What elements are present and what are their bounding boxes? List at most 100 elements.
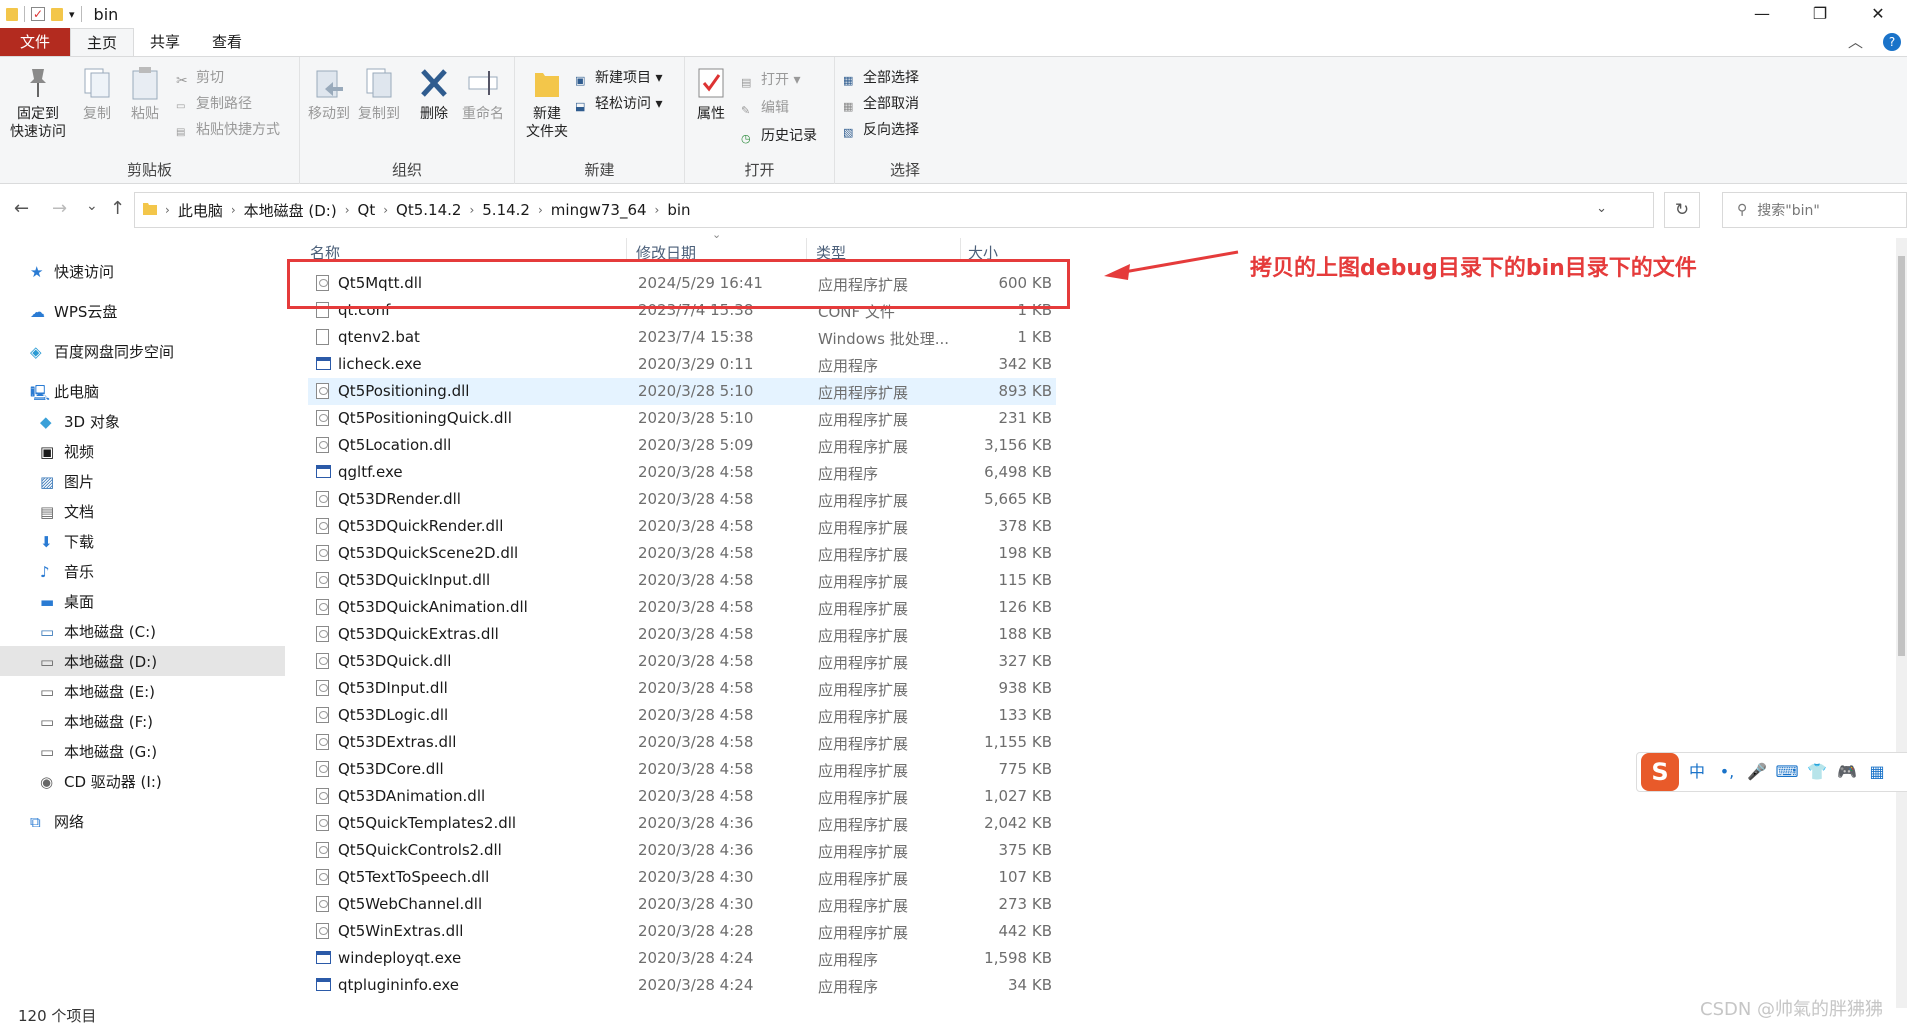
paste-button[interactable]: 粘贴 [124,65,166,123]
file-row[interactable]: Qt53DAnimation.dll 2020/3/28 4:58 应用程序扩展 1,… [308,783,1056,810]
tab-view[interactable]: 查看 [196,28,258,56]
file-row[interactable]: Qt53DQuickAnimation.dll 2020/3/28 4:58 应用程… [308,594,1056,621]
tab-file[interactable]: 文件 [0,28,70,56]
up-button[interactable]: ↑ [110,198,125,219]
minimize-button[interactable]: — [1733,0,1791,28]
nav-desktop[interactable]: ▬ 桌面 [0,586,285,616]
file-row[interactable]: Qt5TextToSpeech.dll 2020/3/28 4:30 应用程序扩展 1… [308,864,1056,891]
nav-drive-e[interactable]: ▭ 本地磁盘 (E:) [0,676,285,706]
nav-drive-f[interactable]: ▭ 本地磁盘 (F:) [0,706,285,736]
nav-documents[interactable]: ▤ 文档 [0,496,285,526]
recent-locations-button[interactable]: ⌄ [86,198,98,214]
forward-button[interactable]: → [52,198,67,219]
address-bar[interactable]: › 此电脑 › 本地磁盘 (D:) › Qt › Qt5.14.2 › 5.14… [134,192,1654,228]
pin-quick-access-button[interactable]: 固定到 快速访问 [6,65,70,141]
address-dropdown-icon[interactable]: ⌄ [1596,201,1607,216]
file-row[interactable]: Qt53DQuickScene2D.dll 2020/3/28 4:58 应用程序扩… [308,540,1056,567]
file-row[interactable]: Qt53DQuickExtras.dll 2020/3/28 4:58 应用程序扩展… [308,621,1056,648]
new-folder-icon[interactable] [51,7,63,21]
nav-3d-objects[interactable]: ◆ 3D 对象 [0,406,285,436]
breadcrumb-bin[interactable]: bin [659,201,698,219]
copy-to-button[interactable]: 复制到 [356,65,402,123]
breadcrumb-qt[interactable]: Qt [350,201,384,219]
nav-videos[interactable]: ▣ 视频 [0,436,285,466]
nav-baidu-netdisk[interactable]: ◈ 百度网盘同步空间 [0,336,285,366]
file-row[interactable]: Qt5Positioning.dll 2020/3/28 5:10 应用程序扩展 89… [308,378,1056,405]
copy-path-button[interactable]: ▭ 复制路径 [176,93,252,115]
file-row[interactable]: Qt53DCore.dll 2020/3/28 4:58 应用程序扩展 775 KB [308,756,1056,783]
file-row[interactable]: Qt5QuickTemplates2.dll 2020/3/28 4:36 应用程序… [308,810,1056,837]
new-folder-button[interactable]: 新建 文件夹 [523,65,571,141]
select-all-button[interactable]: ▦ 全部选择 [843,67,919,89]
rename-button[interactable]: 重命名 [460,65,506,123]
file-row[interactable]: windeployqt.exe 2020/3/28 4:24 应用程序 1,598 K… [308,945,1056,972]
file-row[interactable]: Qt5QuickControls2.dll 2020/3/28 4:36 应用程序扩… [308,837,1056,864]
history-button[interactable]: ◷ 历史记录 [741,125,817,147]
tab-share[interactable]: 共享 [134,28,196,56]
file-row[interactable]: Qt5WebChannel.dll 2020/3/28 4:30 应用程序扩展 273… [308,891,1056,918]
file-row[interactable]: Qt53DQuick.dll 2020/3/28 4:58 应用程序扩展 327 KB [308,648,1056,675]
nav-downloads[interactable]: ⬇ 下载 [0,526,285,556]
properties-check-icon[interactable]: ✓ [31,7,45,21]
move-to-button[interactable]: 移动到 [306,65,352,123]
easy-access-button[interactable]: ⬓ 轻松访问 ▾ [575,93,662,115]
language-toggle[interactable]: 中 [1685,760,1709,784]
nav-cd-drive[interactable]: ◉ CD 驱动器 (I:) [0,766,285,796]
delete-button[interactable]: 删除 [416,65,452,123]
keyboard-icon[interactable]: ⌨ [1775,760,1799,784]
nav-quick-access[interactable]: ★ 快速访问 [0,256,285,286]
breadcrumb-qt5142[interactable]: Qt5.14.2 [388,201,469,219]
file-row[interactable]: qtenv2.bat 2023/7/4 15:38 Windows 批处理... 1 … [308,324,1056,351]
nav-pictures[interactable]: ▨ 图片 [0,466,285,496]
file-row[interactable]: Qt53DRender.dll 2020/3/28 4:58 应用程序扩展 5,665… [308,486,1056,513]
nav-this-pc[interactable]: 🖳 此电脑 [0,376,285,406]
file-row[interactable]: qgltf.exe 2020/3/28 4:58 应用程序 6,498 KB [308,459,1056,486]
tab-home[interactable]: 主页 [70,28,135,56]
nav-music[interactable]: ♪ 音乐 [0,556,285,586]
microphone-icon[interactable]: 🎤 [1745,760,1769,784]
close-button[interactable]: ✕ [1849,0,1907,28]
refresh-button[interactable]: ↻ [1664,192,1700,228]
vertical-scrollbar[interactable] [1896,238,1907,1008]
nav-drive-g[interactable]: ▭ 本地磁盘 (G:) [0,736,285,766]
nav-drive-c[interactable]: ▭ 本地磁盘 (C:) [0,616,285,646]
open-button[interactable]: ▤ 打开 ▾ [741,69,800,91]
search-input[interactable]: ⚲ 搜索"bin" [1722,192,1907,228]
edit-button[interactable]: ✎ 编辑 [741,97,789,119]
skin-icon[interactable]: 👕 [1805,760,1829,784]
cut-button[interactable]: ✂ 剪切 [176,67,224,89]
apps-grid-icon[interactable]: ▦ [1865,760,1889,784]
breadcrumb-this-pc[interactable]: 此电脑 [170,200,231,221]
file-row[interactable]: qtplugininfo.exe 2020/3/28 4:24 应用程序 34 KB [308,972,1056,999]
collapse-ribbon-icon[interactable]: ︿ [1848,28,1863,56]
punctuation-icon[interactable]: •, [1715,760,1739,784]
sogou-logo-icon[interactable]: S [1641,753,1679,791]
customize-toolbar-icon[interactable]: ▾ [69,8,75,21]
nav-network[interactable]: ⧉ 网络 [0,806,285,836]
breadcrumb-mingw[interactable]: mingw73_64 [543,201,655,219]
select-none-button[interactable]: ▦ 全部取消 [843,93,919,115]
file-row[interactable]: licheck.exe 2020/3/29 0:11 应用程序 342 KB [308,351,1056,378]
file-row[interactable]: Qt53DInput.dll 2020/3/28 4:58 应用程序扩展 938 KB [308,675,1056,702]
file-row[interactable]: Qt53DQuickInput.dll 2020/3/28 4:58 应用程序扩展 1… [308,567,1056,594]
new-item-button[interactable]: ▣ 新建项目 ▾ [575,67,662,89]
breadcrumb-drive-d[interactable]: 本地磁盘 (D:) [236,200,345,221]
file-row[interactable]: Qt53DLogic.dll 2020/3/28 4:58 应用程序扩展 133 KB [308,702,1056,729]
file-row[interactable]: Qt53DExtras.dll 2020/3/28 4:58 应用程序扩展 1,155… [308,729,1056,756]
game-icon[interactable]: 🎮 [1835,760,1859,784]
help-icon[interactable]: ? [1883,33,1901,51]
file-row[interactable]: Qt5WinExtras.dll 2020/3/28 4:28 应用程序扩展 442 … [308,918,1056,945]
restore-button[interactable]: ❐ [1791,0,1849,28]
copy-button[interactable]: 复制 [76,65,118,123]
back-button[interactable]: ← [14,198,29,219]
file-row[interactable]: Qt5Location.dll 2020/3/28 5:09 应用程序扩展 3,156… [308,432,1056,459]
breadcrumb-5142[interactable]: 5.14.2 [474,201,538,219]
nav-drive-d[interactable]: ▭ 本地磁盘 (D:) [0,646,285,676]
file-row[interactable]: Qt53DQuickRender.dll 2020/3/28 4:58 应用程序扩展… [308,513,1056,540]
scrollbar-thumb[interactable] [1898,256,1905,656]
nav-wps-cloud[interactable]: ☁ WPS云盘 [0,296,285,326]
paste-shortcut-button[interactable]: ▤ 粘贴快捷方式 [176,119,280,141]
properties-button[interactable]: 属性 [691,65,731,123]
invert-selection-button[interactable]: ▧ 反向选择 [843,119,919,141]
file-row[interactable]: Qt5PositioningQuick.dll 2020/3/28 5:10 应用程… [308,405,1056,432]
